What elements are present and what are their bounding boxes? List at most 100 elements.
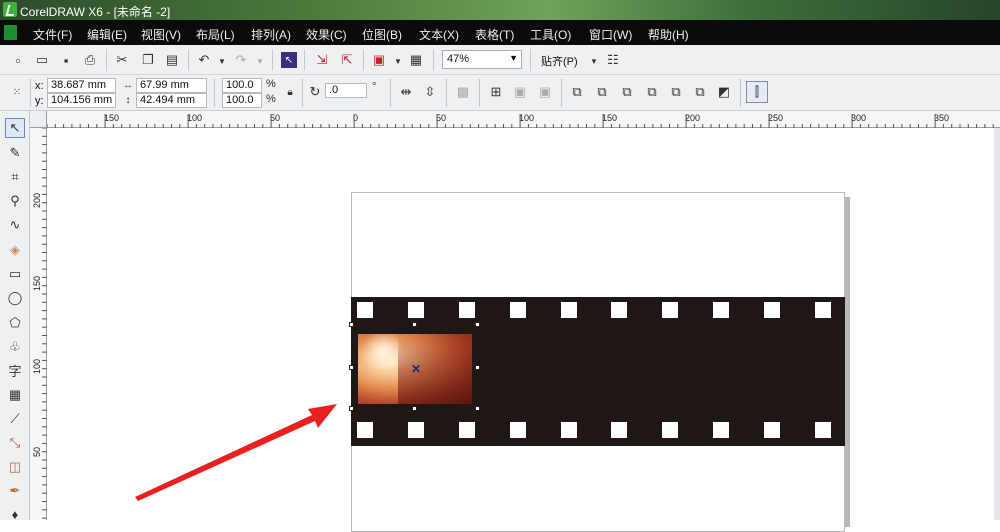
ruler-v-label: 150: [32, 276, 42, 291]
new-document-icon[interactable]: ▫: [10, 52, 26, 68]
scale-x-field[interactable]: 100.0: [222, 78, 262, 93]
polygon-tool-icon[interactable]: ⬠: [5, 313, 25, 333]
welcome-screen-icon[interactable]: ▦: [408, 52, 424, 68]
width-icon: ↔: [123, 79, 133, 91]
align-distribute-icon[interactable]: ⫿: [746, 81, 768, 103]
rotation-field[interactable]: .0: [325, 83, 367, 98]
export-icon[interactable]: ⇱: [339, 52, 355, 68]
film-sprocket-hole: [459, 302, 475, 318]
snap-dropdown-icon[interactable]: ▼: [590, 57, 598, 66]
undo-icon[interactable]: ↶: [196, 52, 212, 68]
table-tool-icon[interactable]: ▦: [5, 385, 25, 405]
redo-icon[interactable]: ↷: [233, 52, 249, 68]
open-folder-icon[interactable]: ▭: [34, 52, 50, 68]
film-sprocket-hole: [815, 302, 831, 318]
selection-center-icon[interactable]: ✕: [411, 362, 421, 376]
menu-table[interactable]: 表格(T): [475, 26, 514, 43]
menu-tools[interactable]: 工具(O): [530, 26, 571, 43]
ellipse-tool-icon[interactable]: ◯: [5, 288, 25, 308]
crop-tool-icon[interactable]: ⌗: [5, 167, 25, 187]
weld-icon[interactable]: ⧉: [569, 84, 585, 100]
window-title: CorelDRAW X6 - [未命名 -2]: [20, 5, 171, 19]
undo-dropdown-icon[interactable]: ▼: [218, 57, 226, 66]
menu-arrange[interactable]: 排列(A): [251, 26, 291, 43]
menu-file[interactable]: 文件(F): [33, 26, 72, 43]
front-minus-back-icon[interactable]: ⧉: [668, 84, 684, 100]
launcher-dropdown-icon[interactable]: ▼: [394, 57, 402, 66]
selection-handle[interactable]: [475, 365, 480, 370]
basic-shapes-tool-icon[interactable]: ♧: [5, 337, 25, 357]
zoom-level-value: 47%: [447, 53, 470, 65]
smart-fill-tool-icon[interactable]: ◈: [5, 240, 25, 260]
menu-text[interactable]: 文本(X): [419, 26, 459, 43]
wrap-text-icon[interactable]: ⊞: [488, 84, 504, 100]
snap-to-button[interactable]: 贴齐(P): [541, 53, 578, 69]
print-icon[interactable]: ⎙: [82, 52, 98, 68]
film-sprocket-hole: [815, 422, 831, 438]
options-icon[interactable]: ☷: [605, 52, 621, 68]
menu-view[interactable]: 视图(V): [141, 26, 181, 43]
shape-tool-icon[interactable]: ✎: [5, 143, 25, 163]
document-icon[interactable]: [4, 25, 17, 40]
eyedropper-tool-icon[interactable]: ✒: [5, 481, 25, 501]
vertical-scrollbar[interactable]: [994, 128, 1000, 520]
menu-bitmaps[interactable]: 位图(B): [362, 26, 402, 43]
selection-handle[interactable]: [349, 365, 354, 370]
lock-ratio-icon[interactable]: 🔒︎: [282, 84, 298, 100]
selection-handle[interactable]: [475, 322, 480, 327]
film-sprocket-hole: [662, 422, 678, 438]
selection-handle[interactable]: [475, 406, 480, 411]
copy-icon[interactable]: ❐: [140, 52, 156, 68]
menu-effects[interactable]: 效果(C): [306, 26, 347, 43]
horizontal-ruler[interactable]: 150 100 50 0 50 100 150 200 250 300 350: [30, 111, 1000, 128]
outline-tool-icon[interactable]: ♦: [5, 504, 25, 524]
coreldraw-app-icon[interactable]: [3, 2, 17, 17]
interactive-fill-tool-icon[interactable]: ◫: [5, 457, 25, 477]
menu-layout[interactable]: 布局(L): [196, 26, 235, 43]
ruler-origin-corner[interactable]: [30, 111, 47, 128]
back-minus-front-icon[interactable]: ⧉: [692, 84, 708, 100]
connector-tool-icon[interactable]: ⤡: [5, 433, 25, 453]
dimension-tool-icon[interactable]: ⟋: [5, 409, 25, 429]
zoom-tool-icon[interactable]: ⚲: [5, 191, 25, 211]
quick-trace-icon[interactable]: ▩: [455, 84, 471, 100]
trim-icon[interactable]: ⧉: [594, 84, 610, 100]
paste-icon[interactable]: ▤: [164, 52, 180, 68]
freehand-tool-icon[interactable]: ∿: [5, 215, 25, 235]
y-position-field[interactable]: 104.156 mm: [47, 93, 116, 108]
search-content-icon[interactable]: ↖: [281, 52, 297, 68]
x-position-field[interactable]: 38.687 mm: [47, 78, 116, 93]
photo-hair: [398, 334, 472, 404]
selection-handle[interactable]: [412, 322, 417, 327]
height-field[interactable]: 42.494 mm: [136, 93, 207, 108]
simplify-icon[interactable]: ⧉: [644, 84, 660, 100]
to-back-icon[interactable]: ▣: [537, 84, 553, 100]
title-bar: CorelDRAW X6 - [未命名 -2]: [0, 0, 1000, 20]
create-boundary-icon[interactable]: ◩: [716, 84, 732, 100]
selection-handle[interactable]: [349, 322, 354, 327]
intersect-icon[interactable]: ⧉: [619, 84, 635, 100]
scale-y-percent: %: [266, 93, 276, 105]
to-front-icon[interactable]: ▣: [512, 84, 528, 100]
film-sprocket-hole: [510, 422, 526, 438]
import-icon[interactable]: ⇲: [314, 52, 330, 68]
zoom-level-select[interactable]: 47% ▼: [442, 50, 522, 69]
cut-icon[interactable]: ✂: [114, 52, 130, 68]
width-field[interactable]: 67.99 mm: [136, 78, 207, 93]
save-icon[interactable]: ▪: [58, 52, 74, 68]
scale-y-field[interactable]: 100.0: [222, 93, 262, 108]
pick-tool-icon[interactable]: ↖: [5, 118, 25, 138]
object-origin-icon[interactable]: ⁙: [9, 84, 25, 100]
menu-help[interactable]: 帮助(H): [648, 26, 689, 43]
rectangle-tool-icon[interactable]: ▭: [5, 264, 25, 284]
vertical-ruler[interactable]: 200 150 100 50: [30, 127, 47, 520]
text-tool-icon[interactable]: 字: [5, 360, 25, 380]
menu-window[interactable]: 窗口(W): [589, 26, 632, 43]
selection-handle[interactable]: [412, 406, 417, 411]
menu-edit[interactable]: 编辑(E): [87, 26, 127, 43]
mirror-horizontal-icon[interactable]: ⇹: [398, 84, 414, 100]
application-launcher-icon[interactable]: ▣: [371, 52, 387, 68]
mirror-vertical-icon[interactable]: ⇳: [422, 84, 438, 100]
redo-dropdown-icon[interactable]: ▼: [256, 57, 264, 66]
film-sprocket-hole: [357, 422, 373, 438]
